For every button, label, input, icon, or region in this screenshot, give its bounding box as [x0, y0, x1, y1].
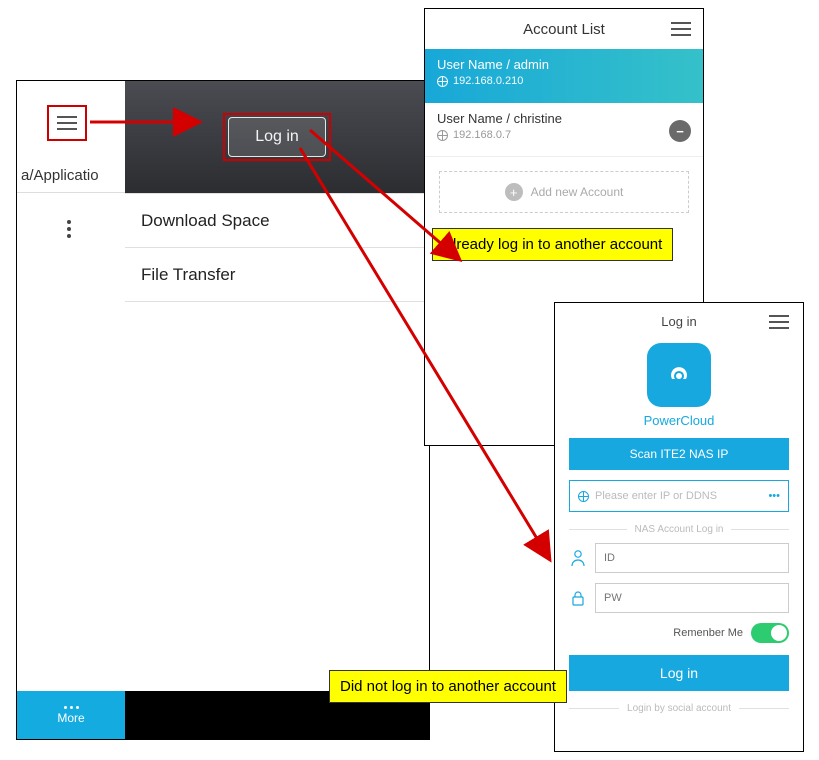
ip-placeholder: Please enter IP or DDNS: [595, 490, 717, 502]
ip-input[interactable]: Please enter IP or DDNS •••: [569, 480, 789, 512]
menu-list: Download Space File Transfer: [125, 193, 429, 302]
callout-already-logged-in: Already log in to another account: [432, 228, 673, 261]
social-section: Login by social account: [569, 703, 789, 714]
more-tab-label: More: [57, 711, 84, 725]
hero-header: Log in: [125, 81, 429, 193]
account-name: User Name / christine: [437, 111, 691, 126]
section-label: NAS Account Log in: [569, 524, 789, 535]
add-account-button[interactable]: + Add new Account: [439, 171, 689, 213]
pw-field-row: [569, 583, 789, 613]
login-screen: Log in PowerCloud Scan ITE2 NAS IP Pleas…: [554, 302, 804, 752]
menu-item-file-transfer[interactable]: File Transfer: [125, 248, 429, 302]
app-name: PowerCloud: [569, 413, 789, 428]
login-submit-button[interactable]: Log in: [569, 655, 789, 691]
id-field-row: [569, 543, 789, 573]
pw-input[interactable]: [595, 583, 789, 613]
more-tab[interactable]: More: [17, 691, 125, 739]
hamburger-icon[interactable]: [769, 315, 789, 329]
main-panel: Log in Download Space File Transfer: [125, 81, 429, 739]
add-account-label: Add new Account: [531, 185, 624, 199]
overflow-icon[interactable]: [67, 217, 71, 241]
account-row[interactable]: User Name / christine 192.168.0.7 −: [425, 103, 703, 157]
sidebar-phone-screen: a/Applicatio More Log in Download Space …: [16, 80, 430, 740]
account-row-active[interactable]: User Name / admin 192.168.0.210: [425, 49, 703, 103]
account-list-header: Account List: [425, 9, 703, 49]
scan-ip-button[interactable]: Scan ITE2 NAS IP: [569, 438, 789, 470]
app-logo: [647, 343, 711, 407]
hamburger-highlight: [47, 105, 87, 141]
callout-not-logged-in: Did not log in to another account: [329, 670, 567, 703]
globe-icon: [437, 130, 448, 141]
account-ip: 192.168.0.7: [453, 129, 511, 141]
user-icon: [569, 549, 587, 567]
more-icon[interactable]: •••: [768, 490, 780, 502]
account-list-title: Account List: [523, 21, 605, 38]
hamburger-icon[interactable]: [671, 22, 691, 36]
login-highlight: [223, 113, 331, 161]
id-input[interactable]: [595, 543, 789, 573]
globe-icon: [437, 76, 448, 87]
account-ip: 192.168.0.210: [453, 75, 523, 87]
login-title: Log in: [661, 314, 696, 329]
remove-account-button[interactable]: −: [669, 120, 691, 142]
plus-icon: +: [505, 183, 523, 201]
remember-label: Remenber Me: [673, 627, 743, 639]
hamburger-icon[interactable]: [57, 116, 77, 130]
truncated-tab-label: a/Applicatio: [17, 159, 125, 193]
account-name: User Name / admin: [437, 57, 691, 72]
sidebar: a/Applicatio More: [17, 81, 125, 739]
menu-item-download-space[interactable]: Download Space: [125, 194, 429, 248]
remember-me-row: Remenber Me: [569, 623, 789, 643]
globe-icon: [578, 491, 589, 502]
remember-toggle[interactable]: [751, 623, 789, 643]
lock-icon: [569, 589, 587, 607]
